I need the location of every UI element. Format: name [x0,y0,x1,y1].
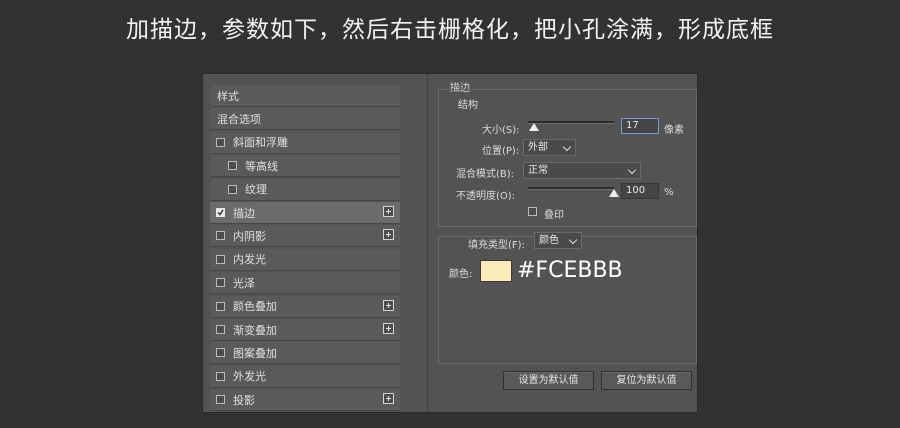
checkbox[interactable] [216,348,225,358]
fill-type-label: 填充类型(F): [468,240,525,251]
add-effect-icon[interactable] [383,229,394,241]
style-item-label: 投影 [233,393,255,407]
caption-title: 加描边，参数如下，然后右击栅格化，把小孔涂满，形成底框 [126,17,774,43]
overprint-label: 叠印 [544,210,564,221]
style-item-7[interactable]: 内发光 [210,248,400,271]
opacity-unit: % [664,187,674,198]
style-item-label: 纹理 [245,183,267,197]
style-item-0[interactable]: 样式 [210,85,400,107]
blend-mode-value: 正常 [528,165,548,176]
chevron-down-icon [568,235,578,245]
style-item-label: 内阴影 [233,229,266,243]
style-item-label: 斜面和浮雕 [233,136,288,150]
opacity-slider-thumb[interactable] [609,189,619,197]
style-item-label: 颜色叠加 [233,300,277,314]
style-item-label: 描边 [233,206,255,220]
style-item-4[interactable]: 纹理 [210,178,400,201]
checkbox[interactable] [228,184,237,194]
color-hex-label: #FCEBBB [517,258,623,283]
style-item-label: 外发光 [233,370,266,384]
style-item-12[interactable]: 外发光 [210,365,400,388]
style-item-label: 等高线 [245,159,278,173]
style-item-8[interactable]: 光泽 [210,272,400,295]
style-item-2[interactable]: 斜面和浮雕 [210,131,400,154]
size-label: 大小(S): [482,125,520,136]
overprint-checkbox[interactable] [528,207,537,216]
checked-checkbox[interactable] [216,208,225,217]
style-item-13[interactable]: 投影 [210,389,400,412]
style-item-label: 图案叠加 [233,346,277,360]
add-effect-icon[interactable] [383,393,394,405]
position-value: 外部 [528,142,548,153]
chevron-down-icon [627,165,637,175]
style-item-11[interactable]: 图案叠加 [210,342,400,365]
style-item-label: 混合选项 [217,112,261,126]
opacity-slider-track[interactable] [528,187,614,190]
add-effect-icon[interactable] [383,323,394,334]
size-slider-thumb[interactable] [529,123,540,131]
add-effect-icon[interactable] [383,299,394,311]
size-input[interactable]: 17 [621,118,659,134]
layer-style-dialog: 样式混合选项斜面和浮雕等高线纹理描边内阴影内发光光泽颜色叠加渐变叠加图案叠加外发… [202,73,698,413]
checkbox[interactable] [216,278,225,288]
opacity-label: 不透明度(O): [456,191,516,202]
position-select[interactable]: 外部 [523,139,576,156]
position-label: 位置(P): [482,146,520,157]
structure-title: 结构 [456,96,480,111]
checkbox[interactable] [216,371,225,381]
stroke-settings-panel: 描边 结构 大小(S): 17 像素 位置(P): 外部 混合模式(B): 正常… [428,74,697,412]
size-slider-track[interactable] [528,121,614,124]
checkbox[interactable] [228,161,237,171]
checkbox[interactable] [216,325,225,334]
set-default-button[interactable]: 设置为默认值 [503,371,594,390]
reset-default-button[interactable]: 复位为默认值 [601,371,692,390]
style-item-6[interactable]: 内阴影 [210,225,400,248]
chevron-down-icon [562,142,572,152]
style-item-3[interactable]: 等高线 [210,155,400,178]
style-item-9[interactable]: 颜色叠加 [210,295,400,318]
style-item-5[interactable]: 描边 [210,202,400,224]
style-item-label: 样式 [217,89,239,103]
style-list: 样式混合选项斜面和浮雕等高线纹理描边内阴影内发光光泽颜色叠加渐变叠加图案叠加外发… [210,85,400,412]
fill-type-value: 颜色 [539,235,559,246]
color-swatch[interactable] [480,260,512,282]
opacity-input[interactable]: 100 [621,183,659,199]
checkbox[interactable] [216,231,225,241]
blend-mode-select[interactable]: 正常 [523,162,641,179]
add-effect-icon[interactable] [383,206,394,217]
size-unit: 像素 [664,125,684,136]
style-item-label: 渐变叠加 [233,323,277,337]
color-label: 颜色: [449,269,473,280]
style-item-label: 光泽 [233,276,255,290]
style-item-label: 内发光 [233,253,266,267]
fill-type-group [438,236,697,364]
fill-type-select[interactable]: 颜色 [534,232,582,249]
checkbox[interactable] [216,254,225,264]
checkbox[interactable] [216,301,225,311]
style-item-10[interactable]: 渐变叠加 [210,319,400,341]
style-item-1[interactable]: 混合选项 [210,108,400,131]
checkbox[interactable] [216,395,225,405]
checkbox[interactable] [216,137,225,147]
blend-mode-label: 混合模式(B): [456,169,515,180]
